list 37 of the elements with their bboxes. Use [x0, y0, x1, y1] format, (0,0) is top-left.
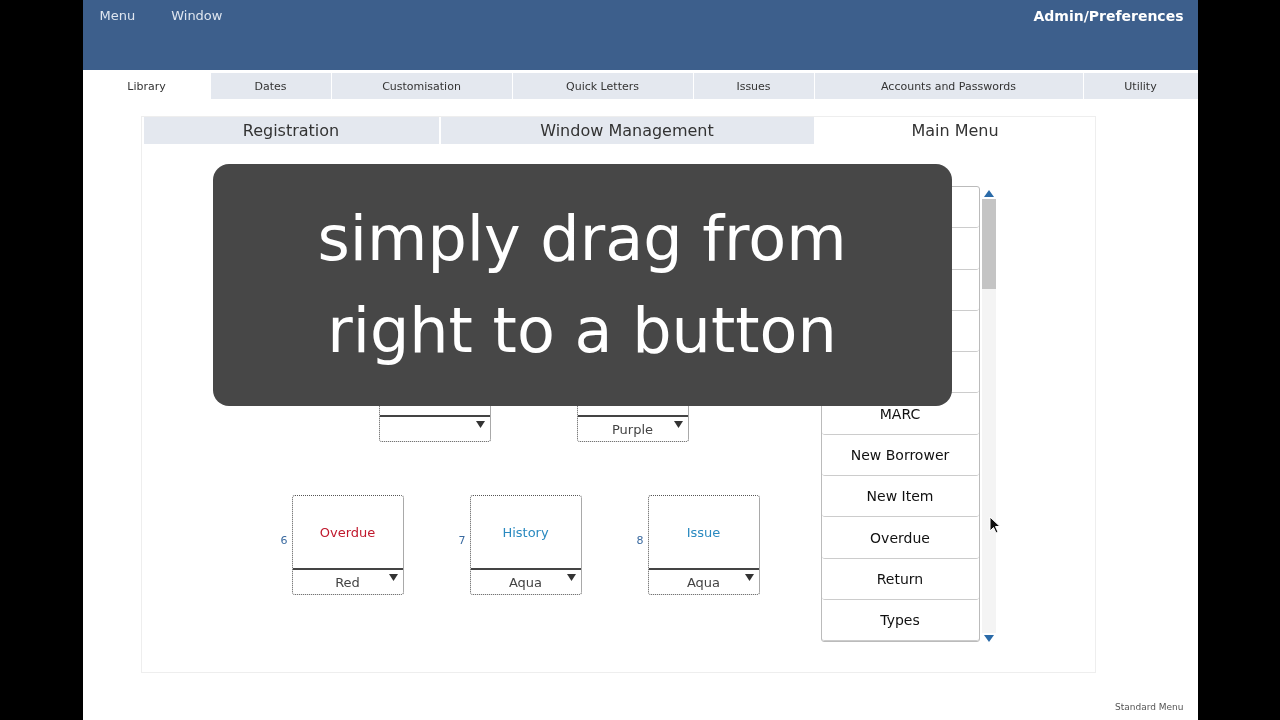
scroll-up-icon[interactable]: [983, 190, 994, 197]
scrollbar-thumb[interactable]: [981, 199, 996, 289]
caption-text: simply drag from: [317, 201, 847, 277]
slot-number: 7: [457, 533, 466, 547]
footer-label: Standard Menu: [1115, 702, 1184, 712]
function-list-item[interactable]: New Borrower: [821, 434, 979, 477]
function-list-item[interactable]: Types: [821, 599, 979, 642]
window-title: Admin/Preferences: [1033, 8, 1184, 24]
caret-icon: [744, 574, 754, 581]
function-list-item[interactable]: Return: [821, 558, 979, 600]
caret-icon: [388, 574, 398, 581]
function-list-item[interactable]: New Item: [821, 476, 979, 518]
tab[interactable]: Customisation: [330, 73, 512, 99]
tab[interactable]: Window Management: [438, 117, 814, 144]
tab[interactable]: Issues: [692, 73, 814, 99]
pointer-icon: [988, 516, 1001, 534]
tab[interactable]: Dates: [209, 73, 331, 99]
colour-dropdown[interactable]: Purple: [577, 415, 688, 441]
colour-dropdown[interactable]: Red: [292, 568, 403, 594]
caret-icon: [566, 574, 576, 581]
colour-dropdown[interactable]: Aqua: [470, 568, 581, 594]
tab[interactable]: Quick Letters: [511, 73, 693, 99]
slot-label: Overdue: [318, 523, 377, 542]
tab[interactable]: Registration: [141, 117, 439, 144]
function-list-item[interactable]: Overdue: [821, 517, 979, 559]
slot-label: Issue: [685, 523, 722, 542]
caret-icon: [475, 421, 485, 428]
caret-icon: [673, 421, 683, 428]
tab[interactable]: Utility: [1082, 73, 1198, 99]
slot-number: 8: [635, 533, 644, 547]
menu-item[interactable]: Menu: [99, 8, 136, 23]
tab[interactable]: Accounts and Passwords: [813, 73, 1083, 99]
slot-number: 6: [279, 533, 288, 547]
caption-text: right to a button: [327, 293, 837, 369]
menu-item[interactable]: Window: [171, 8, 223, 23]
colour-dropdown[interactable]: Aqua: [648, 568, 759, 594]
slot-label: History: [501, 523, 550, 542]
